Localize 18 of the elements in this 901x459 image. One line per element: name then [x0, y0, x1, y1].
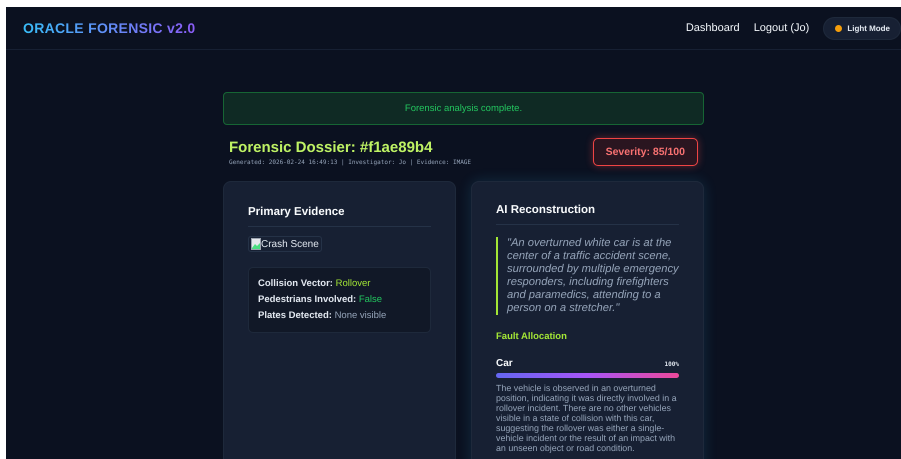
nav-link[interactable]: Logout (Jo)	[754, 22, 810, 34]
app-logo: ORACLE FORENSIC v2.0	[23, 20, 196, 36]
card-title: AI Reconstruction	[496, 204, 679, 225]
fact-line: Plates Detected: None visible	[258, 310, 388, 321]
theme-toggle-button[interactable]: Light Mode	[823, 16, 901, 40]
fact-line: Pedestrians Involved: False	[258, 294, 384, 305]
fault-description: The vehicle is observed in an overturned position, indicating it was directly involved in a rollover incident. There are no other vehicles visible in a state of collision with this car, suggesting the rollover was either a single-vehicle incident or the result of an impact with an unseen object or road condition.	[496, 384, 678, 454]
section-title: Fault Allocation	[496, 330, 568, 342]
severity-badge: Severity: 85/100	[592, 138, 698, 166]
nav-link[interactable]: Dashboard	[686, 22, 740, 34]
broken-image: Crash Scene	[248, 236, 322, 252]
sun-icon	[835, 24, 842, 32]
card-title: Primary Evidence	[248, 206, 431, 227]
reconstruction-quote: "An overturned white car is at the center of a traffic accident scene, surrounded by multiple emergency responders, including firefighters and paramedics, attending to a person on a stretcher."	[496, 237, 679, 315]
dossier-title: Forensic Dossier: #f1ae89b4	[229, 138, 434, 156]
fact-line: Collision Vector: Rollover	[258, 278, 372, 289]
success-alert: Forensic analysis complete.	[223, 92, 704, 125]
party-name: Car	[496, 358, 513, 369]
